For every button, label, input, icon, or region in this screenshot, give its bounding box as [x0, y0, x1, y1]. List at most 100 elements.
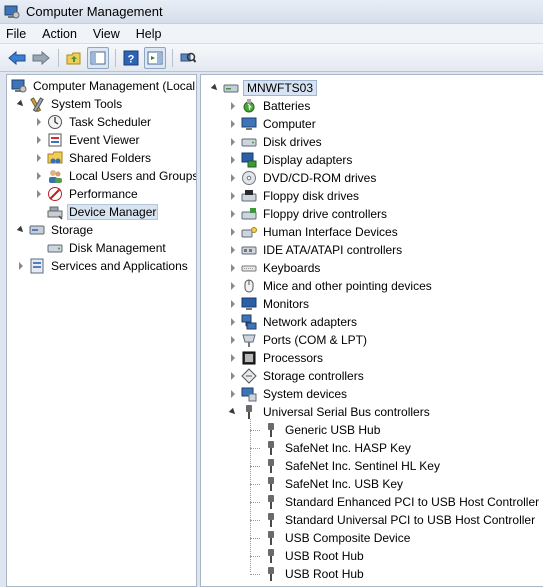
device-category-label: Batteries — [263, 99, 311, 113]
expand-arrow[interactable] — [227, 349, 239, 367]
device-category-floppy-drive-controllers[interactable]: Floppy drive controllers — [227, 205, 389, 223]
device-category-ide-ata-atapi-controllers[interactable]: IDE ATA/ATAPI controllers — [227, 241, 404, 259]
expand-arrow[interactable] — [227, 367, 239, 385]
menu-help[interactable]: Help — [128, 24, 170, 44]
menu-action[interactable]: Action — [34, 24, 85, 44]
dvd-drive-icon — [241, 170, 257, 186]
back-arrow-icon[interactable] — [6, 47, 28, 69]
device-category-network-adapters[interactable]: Network adapters — [227, 313, 359, 331]
disk-management-icon — [47, 240, 63, 256]
tree-item-services-and-applications[interactable]: Services and Applications — [15, 257, 190, 275]
usb-device-item[interactable]: USB Composite Device — [261, 529, 412, 547]
expand-arrow[interactable] — [227, 385, 239, 403]
expand-arrow[interactable] — [33, 167, 45, 185]
device-category-display-adapters[interactable]: Display adapters — [227, 151, 354, 169]
scan-hardware-icon[interactable] — [177, 47, 199, 69]
expand-arrow[interactable] — [227, 187, 239, 205]
help-icon[interactable]: ? — [120, 47, 142, 69]
forward-arrow-icon[interactable] — [30, 47, 52, 69]
device-category-batteries[interactable]: Batteries — [227, 97, 312, 115]
expand-arrow[interactable] — [227, 241, 239, 259]
expand-arrow[interactable] — [227, 151, 239, 169]
expand-arrow[interactable] — [227, 97, 239, 115]
expand-arrow[interactable] — [227, 205, 239, 223]
device-tree-root-label: MNWFTS03 — [243, 80, 317, 96]
usb-device-label: USB Root Hub — [285, 549, 364, 563]
expand-arrow[interactable] — [227, 295, 239, 313]
device-tree-root[interactable]: MNWFTS03 — [209, 79, 317, 97]
usb-device-item[interactable]: USB Root Hub — [261, 565, 366, 583]
tree-item-device-manager[interactable]: Device Manager — [33, 203, 159, 221]
tree-item-label: System Tools — [51, 97, 123, 111]
tree-item-disk-management[interactable]: Disk Management — [33, 239, 168, 257]
port-icon — [241, 332, 257, 348]
title-bar: Computer Management — [0, 0, 543, 24]
up-folder-icon[interactable] — [63, 47, 85, 69]
disk-drive-icon — [241, 134, 257, 150]
device-category-monitors[interactable]: Monitors — [227, 295, 311, 313]
expand-arrow[interactable] — [227, 313, 239, 331]
expand-arrow[interactable] — [227, 133, 239, 151]
expand-arrow[interactable] — [33, 185, 45, 203]
collapse-arrow[interactable] — [227, 403, 239, 421]
menu-view[interactable]: View — [85, 24, 128, 44]
show-hide-tree-icon[interactable] — [87, 46, 109, 69]
expand-arrow[interactable] — [227, 331, 239, 349]
device-category-label: Universal Serial Bus controllers — [263, 405, 430, 419]
usb-device-item[interactable]: USB Root Hub — [261, 547, 366, 565]
expand-arrow[interactable] — [227, 223, 239, 241]
action-pane-icon[interactable] — [144, 46, 166, 69]
shared-folder-icon — [47, 150, 63, 166]
device-category-disk-drives[interactable]: Disk drives — [227, 133, 324, 151]
usb-device-item[interactable]: Standard Enhanced PCI to USB Host Contro… — [261, 493, 541, 511]
event-viewer-icon — [47, 132, 63, 148]
device-category-storage-controllers[interactable]: Storage controllers — [227, 367, 366, 385]
device-category-ports-com-lpt[interactable]: Ports (COM & LPT) — [227, 331, 369, 349]
tree-item-performance[interactable]: Performance — [33, 185, 140, 203]
device-category-mice-and-other-pointing-devices[interactable]: Mice and other pointing devices — [227, 277, 434, 295]
device-category-human-interface-devices[interactable]: Human Interface Devices — [227, 223, 400, 241]
device-tree[interactable]: MNWFTS03 Batteries Computer Disk drives Dis… — [200, 74, 543, 587]
expand-arrow[interactable] — [33, 113, 45, 131]
tree-item-computer-management[interactable]: Computer Management (Local — [9, 77, 196, 95]
ide-controller-icon — [241, 242, 257, 258]
expand-arrow[interactable] — [227, 277, 239, 295]
device-category-label: System devices — [263, 387, 348, 401]
expand-arrow[interactable] — [15, 257, 27, 275]
expand-arrow[interactable] — [33, 149, 45, 167]
menu-file[interactable]: File — [0, 24, 34, 44]
expand-arrow[interactable] — [33, 131, 45, 149]
device-category-system-devices[interactable]: System devices — [227, 385, 349, 403]
tree-item-storage[interactable]: Storage — [15, 221, 95, 239]
console-tree[interactable]: Computer Management (Local System Tools … — [6, 74, 197, 587]
floppy-controller-icon — [241, 206, 257, 222]
tree-item-local-users-and-groups[interactable]: Local Users and Groups — [33, 167, 196, 185]
collapse-arrow[interactable] — [209, 79, 221, 97]
device-category-computer[interactable]: Computer — [227, 115, 318, 133]
tree-item-system-tools[interactable]: System Tools — [15, 95, 124, 113]
tree-item-task-scheduler[interactable]: Task Scheduler — [33, 113, 153, 131]
usb-device-item[interactable]: SafeNet Inc. HASP Key — [261, 439, 413, 457]
expand-arrow[interactable] — [227, 115, 239, 133]
usb-device-item[interactable]: Standard Universal PCI to USB Host Contr… — [261, 511, 537, 529]
device-category-universal-serial-bus-controllers[interactable]: Universal Serial Bus controllers — [227, 403, 432, 421]
usb-device-label: SafeNet Inc. Sentinel HL Key — [285, 459, 440, 473]
expand-arrow[interactable] — [227, 169, 239, 187]
collapse-arrow[interactable] — [15, 95, 27, 113]
device-category-keyboards[interactable]: Keyboards — [227, 259, 322, 277]
usb-icon — [263, 458, 279, 474]
device-category-dvd-cd-rom-drives[interactable]: DVD/CD-ROM drives — [227, 169, 378, 187]
device-category-label: Processors — [263, 351, 324, 365]
usb-device-item[interactable]: Generic USB Hub — [261, 421, 382, 439]
device-category-processors[interactable]: Processors — [227, 349, 325, 367]
device-category-floppy-disk-drives[interactable]: Floppy disk drives — [227, 187, 361, 205]
expand-arrow[interactable] — [227, 259, 239, 277]
tree-item-shared-folders[interactable]: Shared Folders — [33, 149, 153, 167]
usb-device-item[interactable]: SafeNet Inc. Sentinel HL Key — [261, 457, 442, 475]
tree-item-event-viewer[interactable]: Event Viewer — [33, 131, 141, 149]
usb-device-item[interactable]: SafeNet Inc. USB Key — [261, 475, 405, 493]
tree-item-label: Event Viewer — [69, 133, 140, 147]
tree-item-label: Storage — [51, 223, 94, 237]
collapse-arrow[interactable] — [15, 221, 27, 239]
battery-icon — [241, 98, 257, 114]
